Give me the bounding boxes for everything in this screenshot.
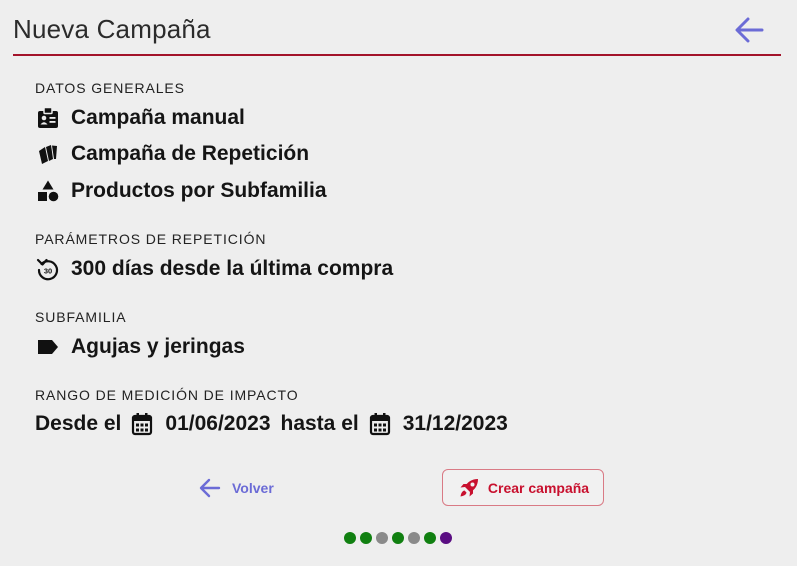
desde-label: Desde el [35, 412, 122, 435]
info-row-subfamilia: Agujas y jeringas [35, 333, 245, 361]
info-row-repetition: 30 300 días desde la última compra [35, 255, 393, 283]
info-row-product-scope: Productos por Subfamilia [35, 177, 327, 205]
step-dot[interactable] [392, 532, 404, 544]
crear-label: Crear campaña [487, 479, 590, 496]
tags-icon [35, 141, 61, 167]
step-dot[interactable] [408, 532, 420, 544]
calendar-icon [369, 412, 393, 436]
replay-30-icon: 30 [35, 256, 61, 282]
campaign-kind-text: Campaña de Repetición [71, 142, 310, 165]
info-row-campaign-kind: Campaña de Repetición [35, 140, 309, 168]
volver-label: Volver [232, 480, 274, 496]
step-dot[interactable] [360, 532, 372, 544]
step-dot[interactable] [376, 532, 388, 544]
page-title: Nueva Campaña [13, 14, 211, 44]
svg-text:30: 30 [44, 267, 52, 276]
volver-button[interactable]: Volver [198, 472, 274, 504]
section-label-subfamilia: SUBFAMILIA [35, 309, 127, 325]
info-row-campaign-type: Campaña manual [35, 104, 245, 132]
step-dot[interactable] [424, 532, 436, 544]
shapes-icon [35, 178, 61, 204]
desde-date: 01/06/2023 [165, 412, 271, 435]
page-header: Nueva Campaña [13, 0, 781, 56]
repetition-text: 300 días desde la última compra [71, 257, 394, 280]
product-scope-text: Productos por Subfamilia [71, 179, 327, 202]
calendar-icon [131, 412, 155, 436]
date-range-row: Desde el 01/06/2023 hasta el 31/12/2023 [35, 410, 518, 438]
label-tag-icon [35, 334, 61, 360]
step-dot[interactable] [344, 532, 356, 544]
campaign-type-text: Campaña manual [71, 106, 245, 129]
step-dot[interactable] [440, 532, 452, 544]
rocket-icon [460, 478, 478, 496]
section-label-rango: RANGO DE MEDICIÓN DE IMPACTO [35, 387, 299, 403]
hasta-label: hasta el [280, 412, 359, 435]
arrow-left-icon[interactable] [733, 15, 765, 45]
step-indicator [344, 532, 452, 545]
arrow-left-icon [199, 478, 221, 498]
section-label-parametros: PARÁMETROS DE REPETICIÓN [35, 231, 267, 247]
hasta-date: 31/12/2023 [402, 412, 508, 435]
section-label-datos-generales: DATOS GENERALES [35, 80, 185, 96]
crear-campana-button[interactable]: Crear campaña [442, 469, 604, 506]
id-badge-icon [35, 105, 61, 131]
subfamilia-text: Agujas y jeringas [71, 335, 245, 358]
